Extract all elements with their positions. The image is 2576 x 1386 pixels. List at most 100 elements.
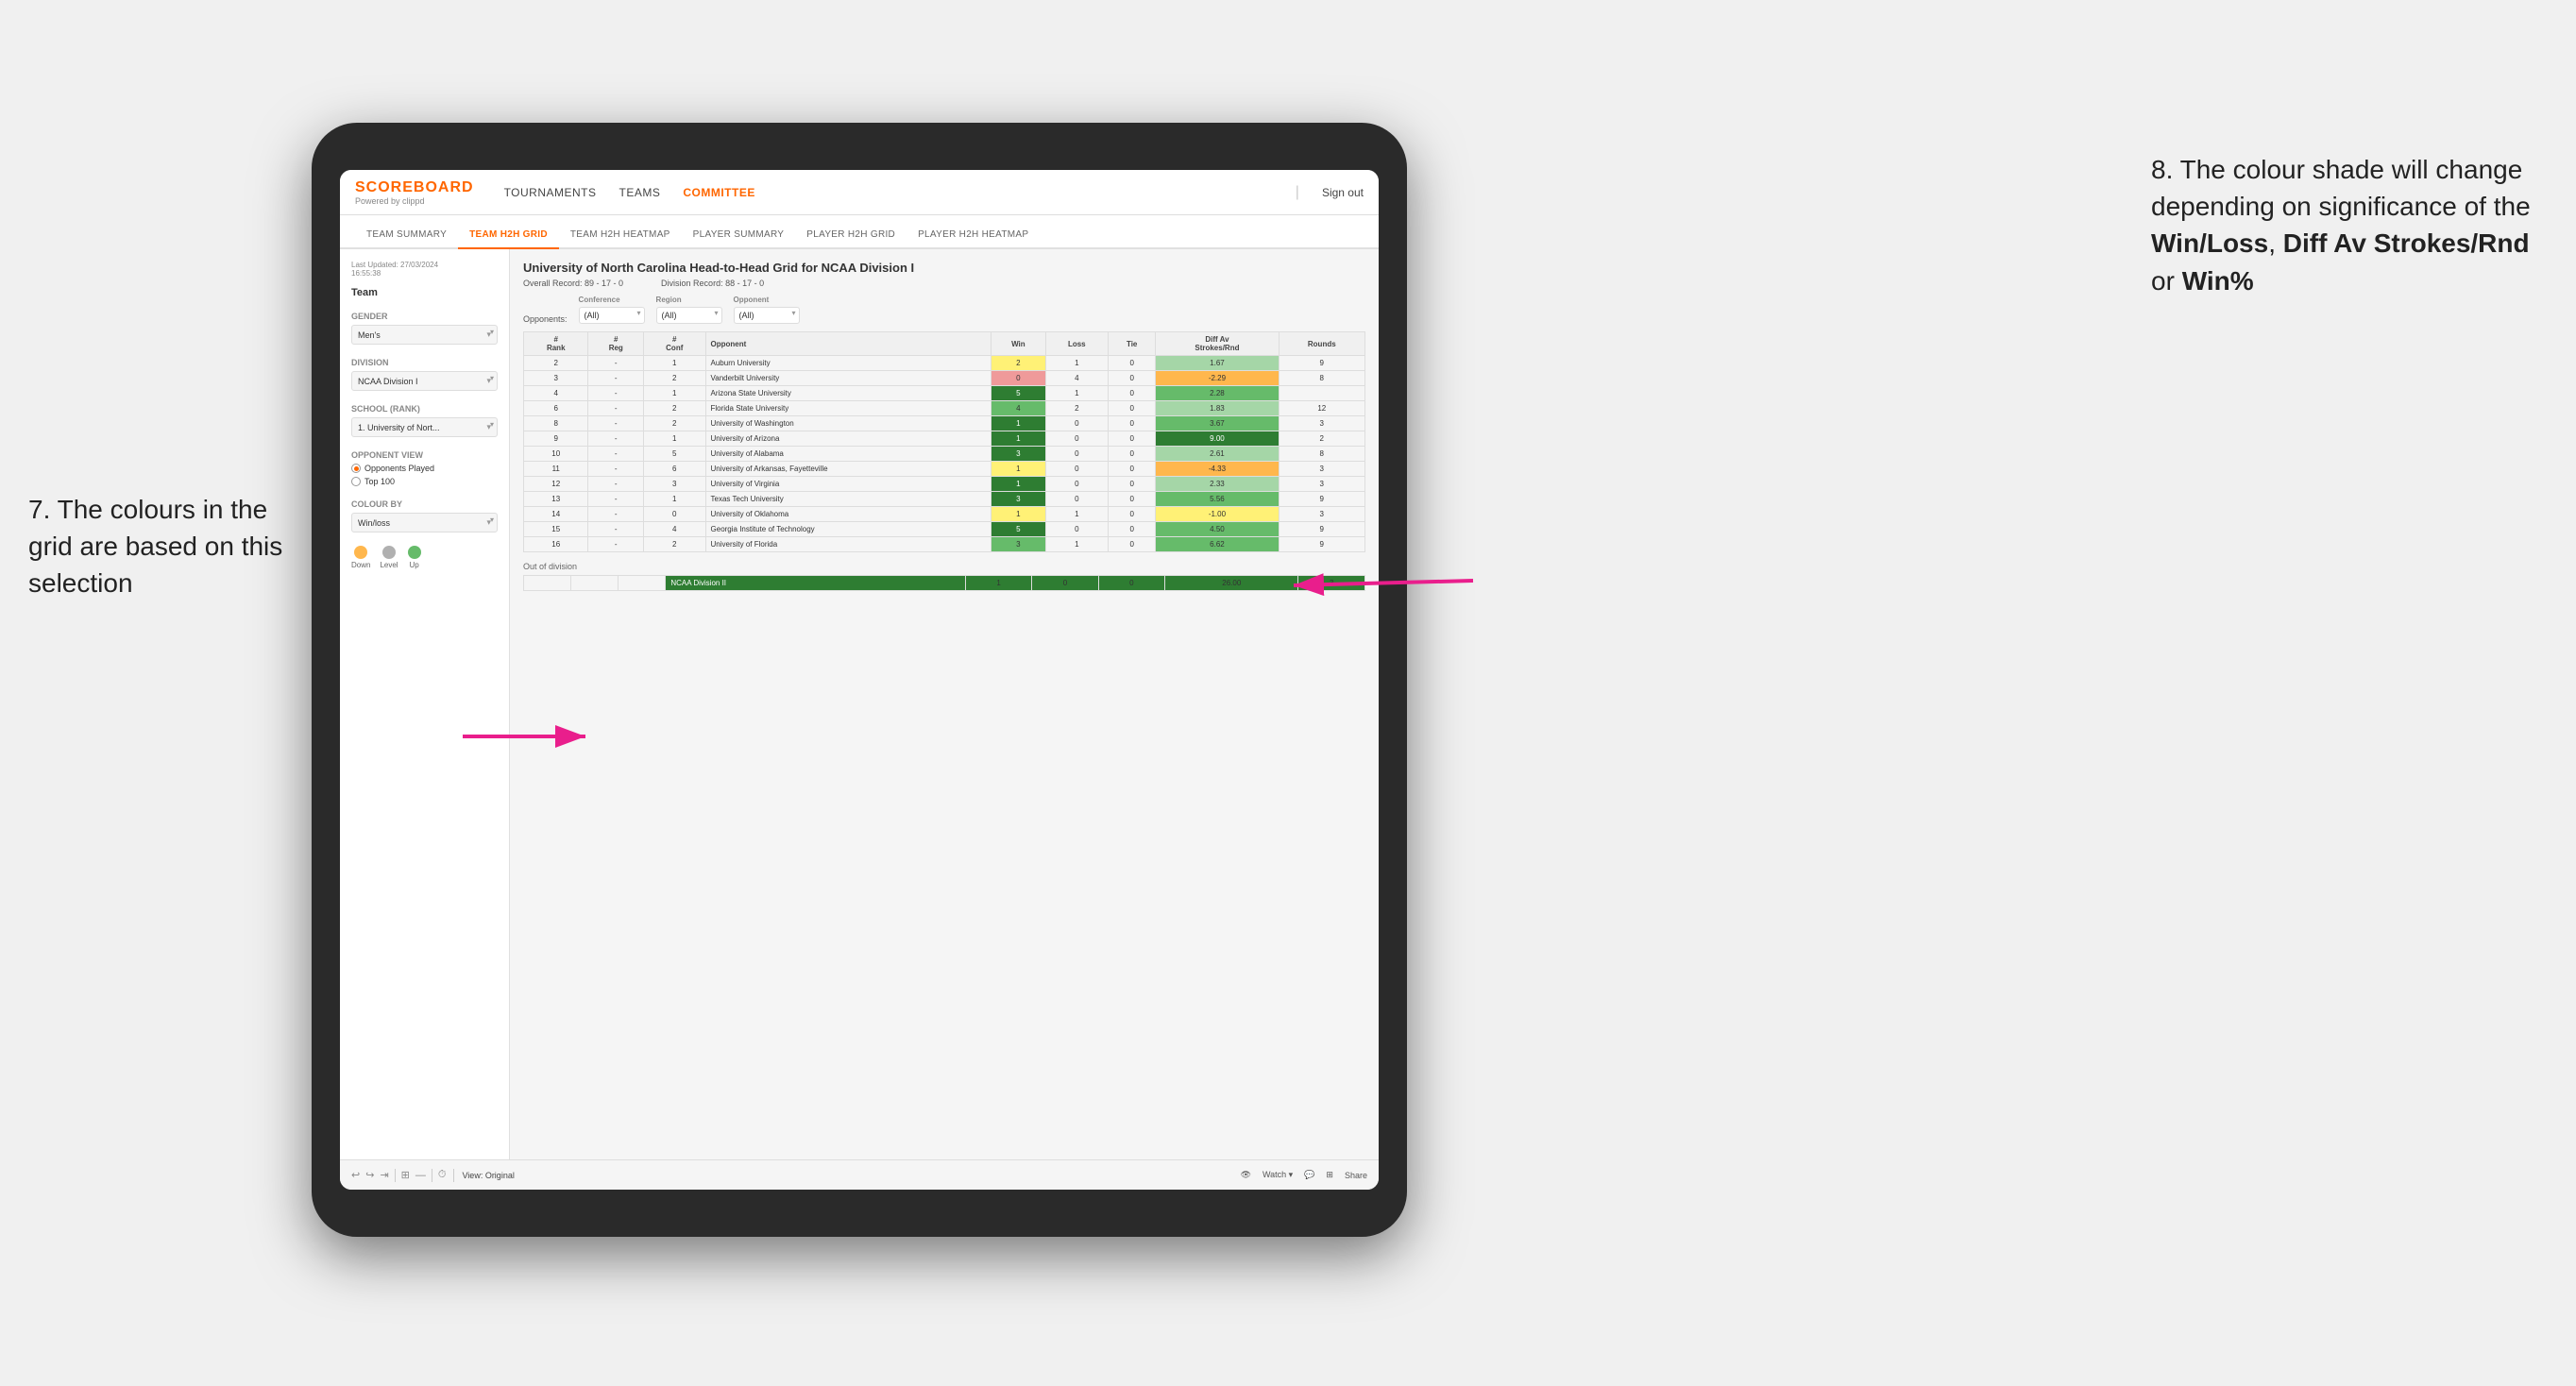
table-row: 10 - 5 University of Alabama 3 0 0 2.61 …: [524, 447, 1365, 462]
radio-dot-selected: [351, 464, 361, 473]
cell-reg: -: [588, 447, 644, 462]
col-opponent: Opponent: [705, 332, 991, 356]
cell-win: 1: [991, 507, 1045, 522]
table-row: 3 - 2 Vanderbilt University 0 4 0 -2.29 …: [524, 371, 1365, 386]
cell-rank: 2: [524, 356, 588, 371]
cell-win: 5: [991, 522, 1045, 537]
cell-win: 3: [991, 492, 1045, 507]
opponent-select[interactable]: (All): [734, 307, 800, 324]
cell-win: 1: [991, 477, 1045, 492]
gender-wrapper: Men's: [351, 325, 498, 345]
cell-conf: 1: [644, 356, 705, 371]
cell-rounds: 12: [1279, 401, 1364, 416]
color-label-up: Up: [409, 561, 418, 569]
nav-committee[interactable]: COMMITTEE: [683, 186, 755, 199]
cell-opponent: University of Alabama: [705, 447, 991, 462]
clock-icon[interactable]: ⏱: [438, 1169, 447, 1181]
out-loss: 0: [1032, 576, 1098, 591]
watch-icon: 👁: [1241, 1170, 1251, 1180]
sidebar-team-label: Team: [351, 287, 498, 298]
cell-tie: 0: [1109, 431, 1156, 447]
cell-opponent: Georgia Institute of Technology: [705, 522, 991, 537]
data-table: #Rank #Reg #Conf Opponent Win Loss Tie D…: [523, 331, 1365, 552]
cell-rank: 3: [524, 371, 588, 386]
cell-tie: 0: [1109, 522, 1156, 537]
cell-opponent: University of Florida: [705, 537, 991, 552]
table-row: 6 - 2 Florida State University 4 2 0 1.8…: [524, 401, 1365, 416]
table-row: 11 - 6 University of Arkansas, Fayettevi…: [524, 462, 1365, 477]
cell-conf: 2: [644, 401, 705, 416]
division-field[interactable]: NCAA Division I: [351, 371, 498, 391]
cell-rounds: 9: [1279, 356, 1364, 371]
cell-reg: -: [588, 431, 644, 447]
undo-icon[interactable]: ↩: [351, 1169, 360, 1181]
cell-win: 5: [991, 386, 1045, 401]
watch-label[interactable]: Watch ▾: [1263, 1170, 1293, 1180]
cell-rank: 15: [524, 522, 588, 537]
grid-content: University of North Carolina Head-to-Hea…: [510, 249, 1379, 1159]
dash-icon[interactable]: —: [415, 1170, 426, 1181]
copy-icon[interactable]: ⊞: [401, 1169, 410, 1181]
cell-win: 3: [991, 537, 1045, 552]
cell-rounds: 9: [1279, 522, 1364, 537]
toolbar-view-label[interactable]: View: Original: [462, 1171, 514, 1180]
cell-conf: 3: [644, 477, 705, 492]
radio-opponents-played[interactable]: Opponents Played: [351, 464, 498, 473]
out-rounds: 3: [1298, 576, 1365, 591]
tab-player-h2h-heatmap[interactable]: PLAYER H2H HEATMAP: [907, 222, 1040, 249]
out-diff: 26.00: [1165, 576, 1298, 591]
opponent-filter-label: Opponent: [734, 296, 800, 304]
toolbar-sep-3: [453, 1169, 454, 1182]
cell-win: 0: [991, 371, 1045, 386]
table-row: 13 - 1 Texas Tech University 3 0 0 5.56 …: [524, 492, 1365, 507]
layout-icon[interactable]: ⊞: [1326, 1170, 1333, 1180]
grid-title: University of North Carolina Head-to-Hea…: [523, 261, 1365, 275]
cell-diff: 2.61: [1156, 447, 1279, 462]
cell-rank: 14: [524, 507, 588, 522]
cell-rank: 11: [524, 462, 588, 477]
cell-diff: 1.83: [1156, 401, 1279, 416]
cell-win: 2: [991, 356, 1045, 371]
out-of-division-table: NCAA Division II 1 0 0 26.00 3: [523, 575, 1365, 591]
cell-conf: 1: [644, 386, 705, 401]
top-nav: SCOREBOARD Powered by clippd TOURNAMENTS…: [340, 170, 1379, 215]
cell-diff: 4.50: [1156, 522, 1279, 537]
cell-loss: 0: [1045, 477, 1109, 492]
tab-team-h2h-grid[interactable]: TEAM H2H GRID: [458, 222, 559, 249]
gender-field[interactable]: Men's: [351, 325, 498, 345]
color-label-level: Level: [380, 561, 398, 569]
col-loss: Loss: [1045, 332, 1109, 356]
share-label[interactable]: Share: [1345, 1171, 1367, 1180]
sign-out-link[interactable]: Sign out: [1322, 186, 1364, 199]
nav-teams[interactable]: TEAMS: [619, 186, 661, 199]
redo-icon[interactable]: ↪: [365, 1169, 374, 1181]
tab-team-summary[interactable]: TEAM SUMMARY: [355, 222, 458, 249]
sidebar-opponent-view-section: Opponent View Opponents Played Top 100: [351, 450, 498, 486]
conference-select[interactable]: (All): [579, 307, 645, 324]
forward-icon[interactable]: ⇥: [380, 1169, 388, 1181]
cell-loss: 1: [1045, 537, 1109, 552]
annotation-left: 7. The colours in the grid are based on …: [28, 491, 293, 602]
radio-top-100[interactable]: Top 100: [351, 477, 498, 486]
cell-conf: 1: [644, 431, 705, 447]
cell-loss: 4: [1045, 371, 1109, 386]
table-row: 12 - 3 University of Virginia 1 0 0 2.33…: [524, 477, 1365, 492]
gender-label: Gender: [351, 312, 498, 321]
comment-icon[interactable]: 💬: [1304, 1170, 1314, 1180]
school-label: School (Rank): [351, 404, 498, 414]
col-rounds: Rounds: [1279, 332, 1364, 356]
conference-filter-group: Conference (All): [579, 296, 645, 324]
nav-tournaments[interactable]: TOURNAMENTS: [504, 186, 597, 199]
tab-team-h2h-heatmap[interactable]: TEAM H2H HEATMAP: [559, 222, 682, 249]
colour-by-field[interactable]: Win/loss: [351, 513, 498, 532]
col-conf: #Conf: [644, 332, 705, 356]
tab-player-h2h-grid[interactable]: PLAYER H2H GRID: [795, 222, 907, 249]
col-rank: #Rank: [524, 332, 588, 356]
annotation-right: 8. The colour shade will change dependin…: [2151, 151, 2548, 299]
school-field[interactable]: 1. University of Nort...: [351, 417, 498, 437]
region-select[interactable]: (All): [656, 307, 722, 324]
cell-loss: 0: [1045, 462, 1109, 477]
tab-player-summary[interactable]: PLAYER SUMMARY: [682, 222, 796, 249]
cell-rank: 16: [524, 537, 588, 552]
toolbar-sep-1: [395, 1169, 396, 1182]
